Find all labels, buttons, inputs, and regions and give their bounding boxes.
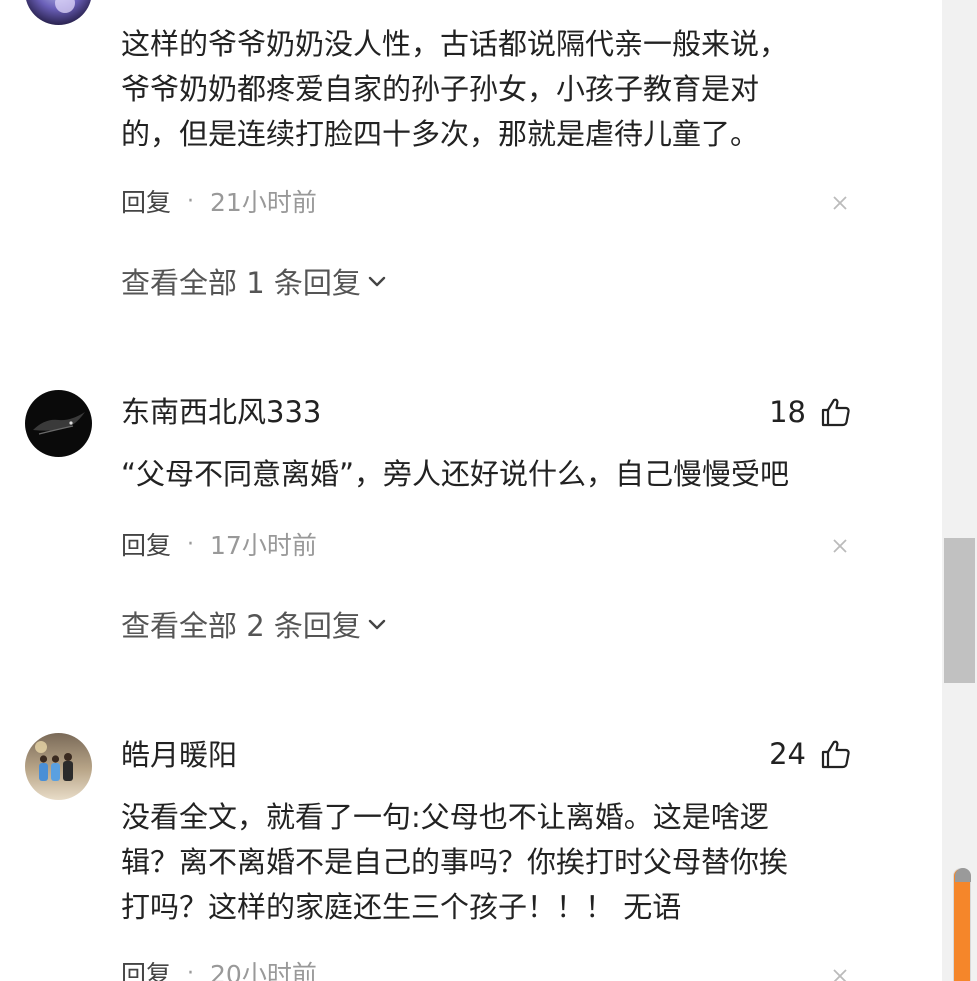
- reply-button[interactable]: 回复: [121, 955, 171, 981]
- meta-separator: ·: [187, 188, 195, 214]
- comment-text: “父母不同意离婚”，旁人还好说什么，自己慢慢受吧: [121, 452, 821, 497]
- like-area[interactable]: 18: [769, 394, 852, 430]
- close-icon[interactable]: [832, 968, 848, 981]
- comment-text: 这样的爷爷奶奶没人性，古话都说隔代亲一般来说， 爷爷奶奶都疼爱自家的孙子孙女，小…: [121, 22, 821, 157]
- meta-separator: ·: [187, 531, 195, 557]
- comment-feed: 这样的爷爷奶奶没人性，古话都说隔代亲一般来说， 爷爷奶奶都疼爱自家的孙子孙女，小…: [0, 0, 977, 981]
- view-all-replies-button[interactable]: 查看全部 1 条回复: [121, 260, 387, 302]
- reply-button[interactable]: 回复: [121, 183, 171, 219]
- comment-text-line: 辑？离不离婚不是自己的事吗？你挨打时父母替你挨: [121, 845, 789, 879]
- scrollbar[interactable]: [942, 0, 977, 981]
- side-feedback-tab[interactable]: [953, 868, 971, 981]
- comment-text-line: 的，但是连续打脸四十多次，那就是虐待儿童了。: [121, 117, 760, 151]
- chevron-down-icon: [367, 614, 387, 634]
- comment-text: 没看全文，就看了一句:父母也不让离婚。这是啥逻 辑？离不离婚不是自己的事吗？你挨…: [121, 795, 821, 930]
- comment-meta: 回复 · 17小时前: [121, 526, 317, 562]
- comment-text-line: 没看全文，就看了一句:父母也不让离婚。这是啥逻: [121, 800, 769, 834]
- comment-text-line: 这样的爷爷奶奶没人性，古话都说隔代亲一般来说，: [121, 27, 789, 61]
- avatar[interactable]: [25, 390, 92, 457]
- meta-separator: ·: [187, 960, 195, 981]
- chevron-down-icon: [367, 271, 387, 291]
- comment-meta: 回复 · 20小时前: [121, 958, 317, 981]
- thumbs-up-icon[interactable]: [820, 738, 852, 770]
- username[interactable]: 东南西北风333: [121, 395, 321, 429]
- close-icon[interactable]: [832, 538, 848, 554]
- comment-time: 17小时前: [210, 531, 317, 560]
- username[interactable]: 皓月暖阳: [121, 738, 237, 772]
- thumbs-up-icon[interactable]: [820, 396, 852, 428]
- scrollbar-thumb[interactable]: [944, 538, 975, 683]
- comment-text-line: 爷爷奶奶都疼爱自家的孙子孙女，小孩子教育是对: [121, 72, 760, 106]
- comment-time: 21小时前: [210, 188, 317, 217]
- close-icon[interactable]: [832, 195, 848, 211]
- reply-button[interactable]: 回复: [121, 526, 171, 562]
- view-all-replies-label: 查看全部 2 条回复: [121, 609, 361, 643]
- like-count: 18: [769, 395, 806, 429]
- comment-time: 20小时前: [210, 960, 317, 981]
- avatar[interactable]: [25, 0, 92, 25]
- comment-text-line: “父母不同意离婚”，旁人还好说什么，自己慢慢受吧: [121, 457, 790, 491]
- side-tab-cap: [955, 868, 971, 882]
- view-all-replies-button[interactable]: 查看全部 2 条回复: [121, 603, 387, 645]
- view-all-replies-label: 查看全部 1 条回复: [121, 266, 361, 300]
- like-area[interactable]: 24: [769, 736, 852, 772]
- avatar[interactable]: [25, 733, 92, 800]
- comment-meta: 回复 · 21小时前: [121, 183, 317, 219]
- like-count: 24: [769, 737, 806, 771]
- comment-text-line: 打吗？这样的家庭还生三个孩子！！！ 无语: [121, 890, 682, 924]
